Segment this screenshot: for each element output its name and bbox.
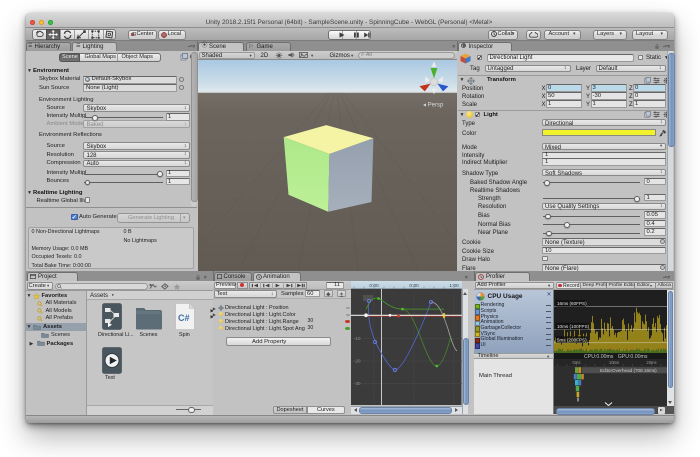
svg-text:-30: -30 bbox=[354, 381, 361, 386]
svg-text:1:00: 1:00 bbox=[449, 283, 459, 289]
svg-text:10ms (100FPS): 10ms (100FPS) bbox=[557, 323, 590, 328]
svg-text:0:00: 0:00 bbox=[369, 283, 379, 289]
svg-text:0:30: 0:30 bbox=[409, 283, 419, 289]
svg-text:5ms (200FPS): 5ms (200FPS) bbox=[557, 337, 587, 342]
svg-text:-20: -20 bbox=[354, 359, 361, 364]
svg-text:C#: C# bbox=[178, 313, 190, 323]
svg-text:0ms: 0ms bbox=[572, 360, 580, 365]
svg-text:10ms: 10ms bbox=[608, 360, 618, 365]
svg-text:◂ Persp: ◂ Persp bbox=[423, 102, 444, 108]
svg-text:EditorOverhead (708.16ms): EditorOverhead (708.16ms) bbox=[600, 368, 657, 373]
svg-text:-10: -10 bbox=[354, 336, 361, 341]
svg-text:20ms: 20ms bbox=[646, 360, 656, 365]
svg-text:16ms (60FPS): 16ms (60FPS) bbox=[557, 301, 587, 306]
